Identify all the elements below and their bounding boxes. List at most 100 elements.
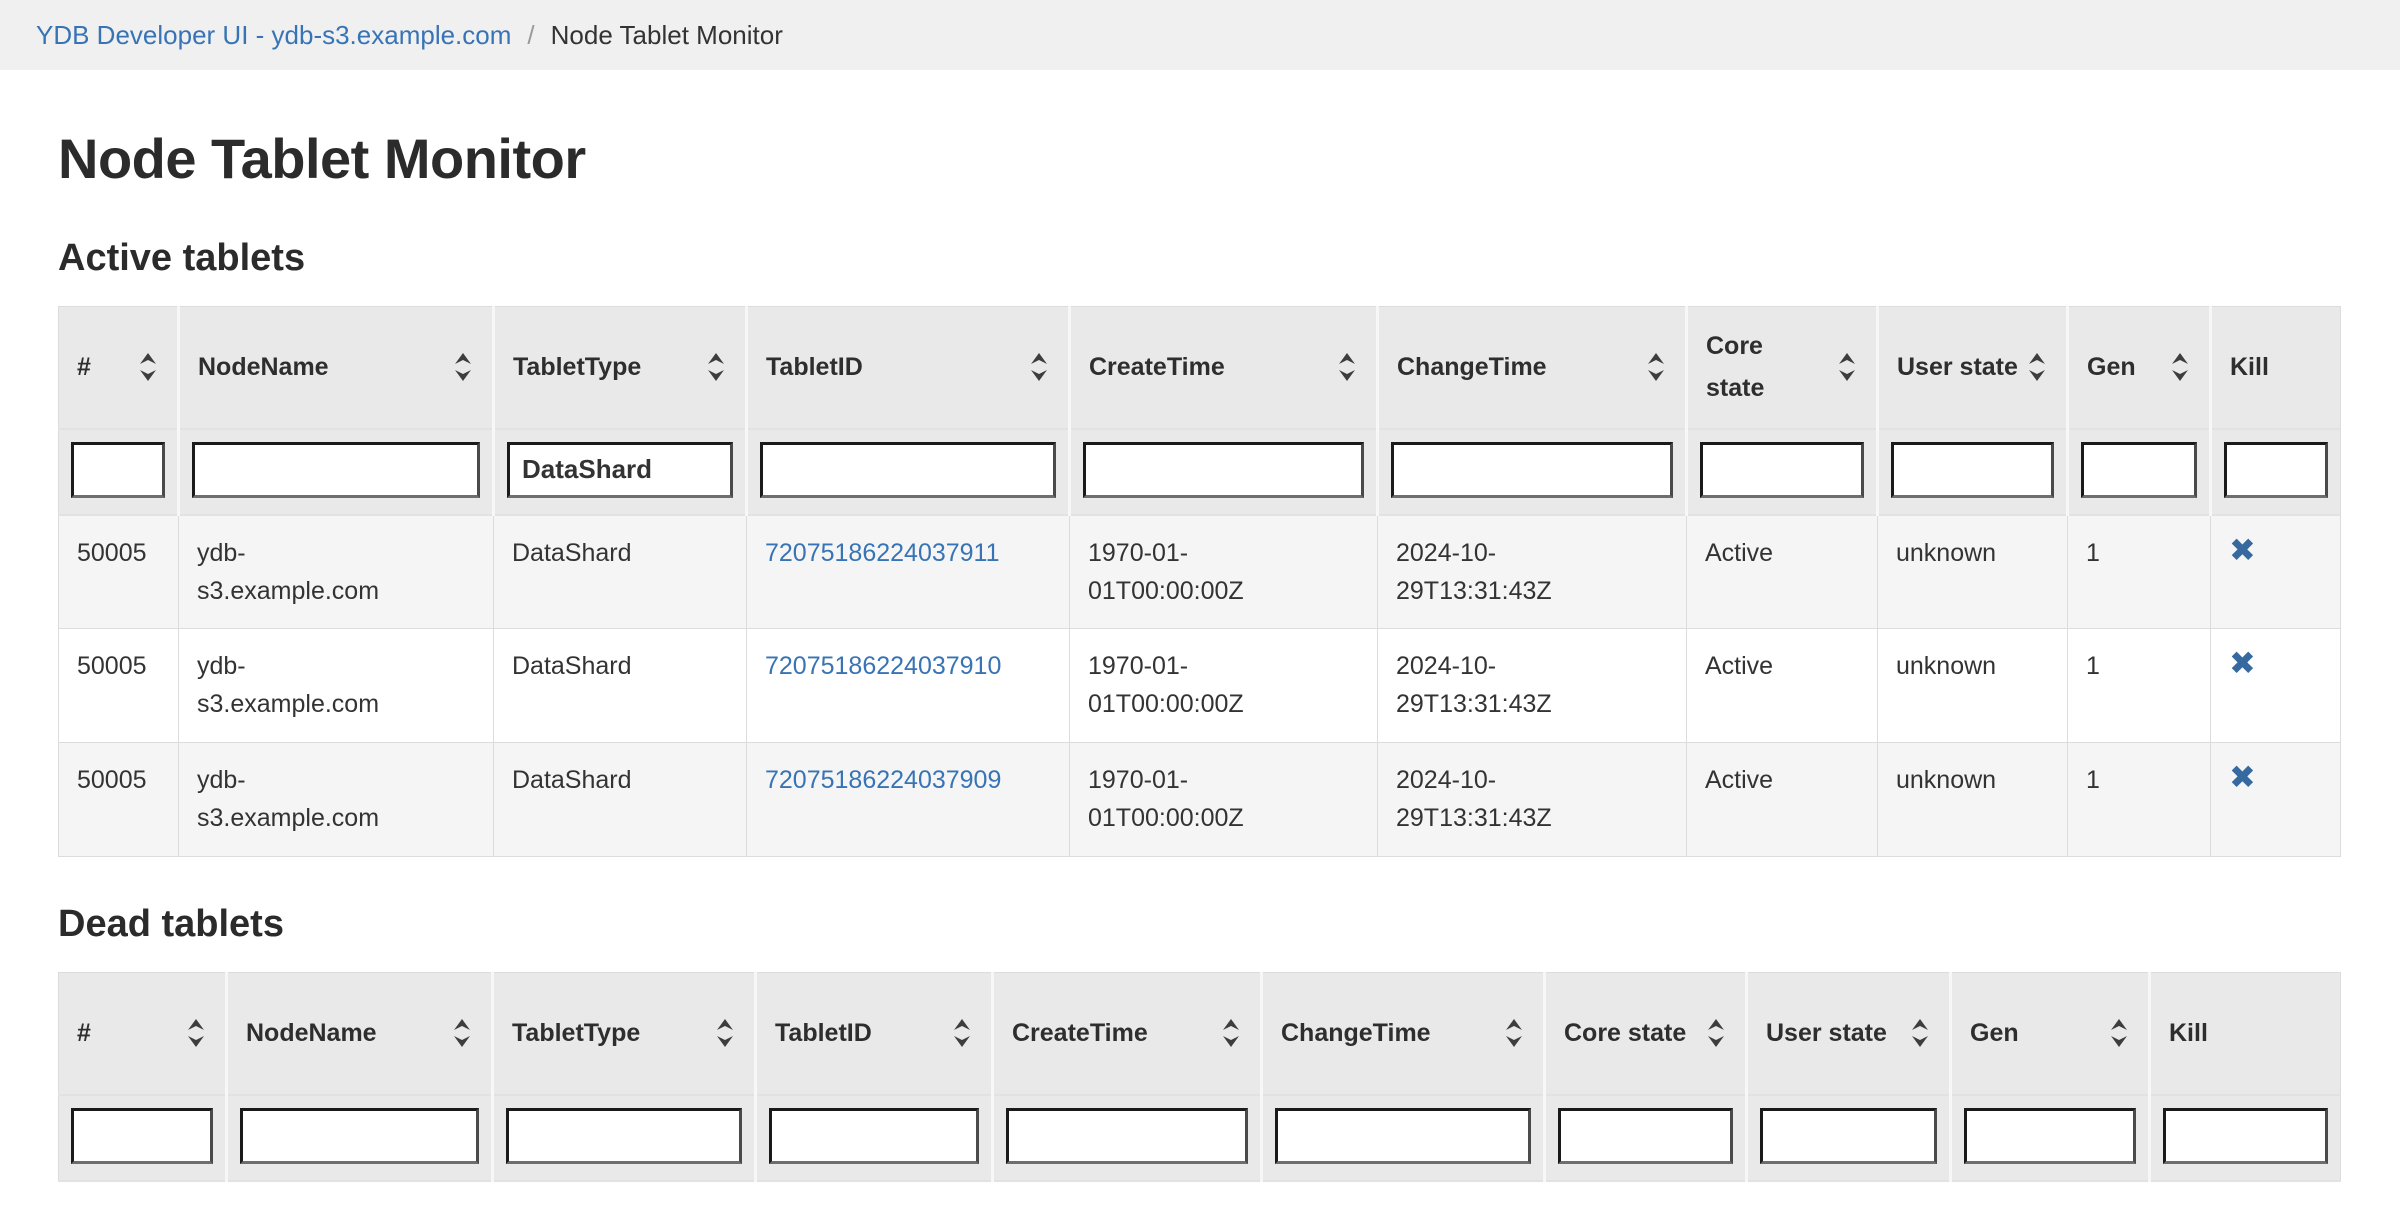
cell-tabletid: 72075186224037910 (747, 629, 1070, 743)
tablet-id-link[interactable]: 72075186224037909 (765, 766, 1001, 794)
filter-input-tabletid[interactable] (760, 442, 1056, 498)
sort-up-down-icon (1220, 1016, 1242, 1050)
cell-tabletid: 72075186224037911 (747, 515, 1070, 629)
col-label: ChangeTime (1281, 1012, 1431, 1054)
filter-input-tablettype[interactable] (507, 442, 733, 498)
col-header-tabletid[interactable]: TabletID (756, 973, 993, 1095)
cell-gen: 1 (2068, 629, 2211, 743)
cell-tablettype: DataShard (494, 629, 747, 743)
filter-input-kill[interactable] (2224, 442, 2328, 498)
col-header-tablettype[interactable]: TabletType (494, 307, 747, 429)
dead-tablets-heading: Dead tablets (58, 903, 2342, 946)
col-header-userstate[interactable]: User state (1878, 307, 2068, 429)
col-label: CreateTime (1012, 1012, 1148, 1054)
filter-input-createtime[interactable] (1006, 1108, 1248, 1164)
col-label: Core state (1706, 325, 1828, 409)
cell-changetime: 2024-10-29T13:31:43Z (1378, 515, 1687, 629)
sort-up-down-icon (1645, 350, 1667, 384)
active-filter-row (59, 429, 2341, 515)
col-label: User state (1766, 1012, 1887, 1054)
filter-input-corestate[interactable] (1558, 1108, 1733, 1164)
cell-tablettype: DataShard (494, 743, 747, 857)
col-label: NodeName (246, 1012, 377, 1054)
sort-up-down-icon (452, 350, 474, 384)
filter-input-num[interactable] (71, 442, 165, 498)
kill-icon[interactable]: ✖ (2229, 647, 2256, 679)
tablet-id-link[interactable]: 72075186224037910 (765, 652, 1001, 680)
cell-kill: ✖ (2211, 743, 2341, 857)
filter-input-userstate[interactable] (1891, 442, 2054, 498)
breadcrumb-current: Node Tablet Monitor (551, 20, 783, 51)
col-label: Kill (2230, 346, 2269, 388)
filter-input-createtime[interactable] (1083, 442, 1364, 498)
filter-input-nodename[interactable] (192, 442, 480, 498)
col-header-createtime[interactable]: CreateTime (993, 973, 1262, 1095)
cell-num: 50005 (59, 743, 179, 857)
col-label: Kill (2169, 1012, 2208, 1054)
dead-header-row: # NodeName TabletType TabletID CreateTim… (59, 973, 2341, 1095)
page-title: Node Tablet Monitor (58, 126, 2342, 191)
col-label: Gen (1970, 1012, 2019, 1054)
cell-gen: 1 (2068, 743, 2211, 857)
sort-up-down-icon (1836, 350, 1858, 384)
kill-icon[interactable]: ✖ (2229, 534, 2256, 566)
sort-up-down-icon (2026, 350, 2048, 384)
col-header-tabletid[interactable]: TabletID (747, 307, 1070, 429)
table-row: 50005 ydb-s3.example.com DataShard 72075… (59, 629, 2341, 743)
filter-input-num[interactable] (71, 1108, 213, 1164)
dead-tablets-table: # NodeName TabletType TabletID CreateTim… (58, 972, 2341, 1182)
filter-input-userstate[interactable] (1760, 1108, 1937, 1164)
col-header-num[interactable]: # (59, 307, 179, 429)
col-header-tablettype[interactable]: TabletType (493, 973, 756, 1095)
col-label: TabletID (775, 1012, 872, 1054)
filter-input-kill[interactable] (2163, 1108, 2328, 1164)
filter-input-changetime[interactable] (1391, 442, 1673, 498)
kill-icon[interactable]: ✖ (2229, 761, 2256, 793)
cell-num: 50005 (59, 515, 179, 629)
filter-input-tablettype[interactable] (506, 1108, 742, 1164)
active-header-row: # NodeName TabletType TabletID CreateTim… (59, 307, 2341, 429)
col-header-corestate[interactable]: Core state (1687, 307, 1878, 429)
cell-createtime: 1970-01-01T00:00:00Z (1070, 515, 1378, 629)
sort-up-down-icon (1705, 1016, 1727, 1050)
sort-up-down-icon (705, 350, 727, 384)
col-header-userstate[interactable]: User state (1747, 973, 1951, 1095)
col-header-nodename[interactable]: NodeName (179, 307, 494, 429)
col-label: Gen (2087, 346, 2136, 388)
col-header-gen[interactable]: Gen (1951, 973, 2150, 1095)
col-label: TabletType (513, 346, 641, 388)
cell-corestate: Active (1687, 629, 1878, 743)
col-header-createtime[interactable]: CreateTime (1070, 307, 1378, 429)
col-label: ChangeTime (1397, 346, 1547, 388)
col-header-changetime[interactable]: ChangeTime (1378, 307, 1687, 429)
col-header-gen[interactable]: Gen (2068, 307, 2211, 429)
filter-input-corestate[interactable] (1700, 442, 1864, 498)
cell-tablettype: DataShard (494, 515, 747, 629)
col-label: CreateTime (1089, 346, 1225, 388)
filter-input-nodename[interactable] (240, 1108, 479, 1164)
breadcrumb-home-link[interactable]: YDB Developer UI - ydb-s3.example.com (36, 20, 511, 51)
col-header-num[interactable]: # (59, 973, 227, 1095)
col-header-corestate[interactable]: Core state (1545, 973, 1747, 1095)
table-row: 50005 ydb-s3.example.com DataShard 72075… (59, 515, 2341, 629)
col-label: TabletID (766, 346, 863, 388)
col-header-kill: Kill (2150, 973, 2341, 1095)
filter-input-tabletid[interactable] (769, 1108, 979, 1164)
filter-input-changetime[interactable] (1275, 1108, 1531, 1164)
breadcrumb-separator: / (527, 20, 534, 51)
cell-num: 50005 (59, 629, 179, 743)
cell-corestate: Active (1687, 515, 1878, 629)
cell-kill: ✖ (2211, 515, 2341, 629)
filter-input-gen[interactable] (1964, 1108, 2136, 1164)
col-label: TabletType (512, 1012, 640, 1054)
sort-up-down-icon (2108, 1016, 2130, 1050)
tablet-id-link[interactable]: 72075186224037911 (765, 539, 1000, 567)
cell-corestate: Active (1687, 743, 1878, 857)
cell-nodename: ydb-s3.example.com (179, 743, 494, 857)
col-header-nodename[interactable]: NodeName (227, 973, 493, 1095)
cell-kill: ✖ (2211, 629, 2341, 743)
col-label: Core state (1564, 1012, 1686, 1054)
col-header-kill: Kill (2211, 307, 2341, 429)
col-header-changetime[interactable]: ChangeTime (1262, 973, 1545, 1095)
filter-input-gen[interactable] (2081, 442, 2197, 498)
